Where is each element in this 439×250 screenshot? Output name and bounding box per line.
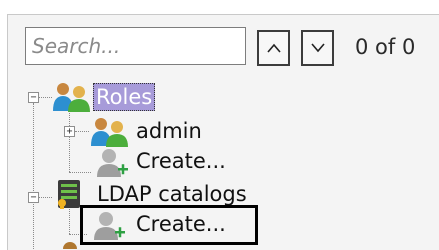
tree-connector [75,131,89,132]
tree-item-ldap-catalogs[interactable]: LDAP catalogs [97,181,247,207]
tree-connector [38,197,52,198]
tree-item-roles-create[interactable]: Create... [136,148,226,174]
down-arrow-icon [310,43,325,53]
previous-result-button[interactable] [257,30,290,66]
highlight-annotation [80,205,258,245]
up-arrow-icon [266,43,281,53]
tree-connector [69,172,91,173]
admin-expand-toggle[interactable]: + [64,126,75,137]
tree-connector [69,108,70,172]
tree-item-admin[interactable]: admin [136,118,202,144]
tree-item-roles[interactable]: Roles [93,83,156,111]
admin-role-icon [91,118,128,147]
partial-tree-icon [63,242,77,249]
search-input[interactable] [25,27,246,65]
result-counter: 0 of 0 [355,35,416,59]
tree-connector [33,103,34,249]
tree-connector [38,97,52,98]
roles-group-icon [53,83,90,112]
roles-collapse-toggle[interactable]: − [28,92,39,103]
tree-connector [69,209,70,234]
next-result-button[interactable] [301,30,334,66]
create-user-icon [97,149,128,177]
ldap-collapse-toggle[interactable]: − [28,192,39,203]
